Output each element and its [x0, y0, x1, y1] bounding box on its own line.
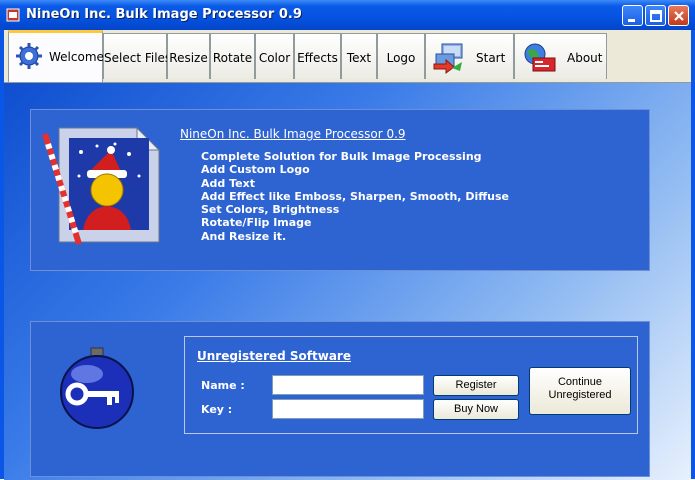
registration-title: Unregistered Software	[197, 349, 351, 363]
tab-color-label: Color	[258, 51, 291, 65]
key-orb-icon	[60, 347, 134, 429]
tab-effects[interactable]: Effects	[294, 33, 341, 79]
tab-rotate[interactable]: Rotate	[210, 33, 255, 79]
minimize-icon	[628, 19, 635, 22]
continue-button-label-2: Unregistered	[548, 389, 612, 401]
feature-item: Add Custom Logo	[201, 163, 310, 177]
tab-select-files[interactable]: Select Files	[103, 33, 172, 79]
tab-about[interactable]: About	[514, 33, 607, 79]
app-window: NineOn Inc. Bulk Image Processor 0.9 Wel…	[0, 0, 695, 480]
tab-effects-label: Effects	[297, 51, 338, 65]
feature-item: Set Colors, Brightness	[201, 203, 340, 217]
feature-item: Add Text	[201, 176, 255, 190]
welcome-panel: NineOn Inc. Bulk Image Processor 0.9 Com…	[4, 82, 691, 480]
tab-color[interactable]: Color	[255, 33, 294, 79]
info-box: NineOn Inc. Bulk Image Processor 0.9 Com…	[30, 109, 650, 271]
feature-item: Rotate/Flip Image	[201, 216, 312, 230]
feature-item: Complete Solution for Bulk Image Process…	[201, 150, 482, 163]
tab-start-label: Start	[476, 51, 506, 65]
continue-button-label-1: Continue	[557, 376, 603, 388]
maximize-icon	[650, 10, 662, 22]
register-button-label: Register	[455, 379, 497, 391]
app-icon	[6, 8, 20, 22]
tab-logo-label: Logo	[386, 51, 416, 65]
feature-item: And Resize it.	[201, 229, 287, 243]
buy-now-button[interactable]: Buy Now	[433, 399, 519, 420]
continue-unregistered-button[interactable]: Continue Unregistered	[529, 367, 631, 415]
feature-list: Complete Solution for Bulk Image Process…	[201, 150, 509, 243]
registration-box: Unregistered Software Name : Key : Regis…	[30, 321, 650, 477]
tab-text[interactable]: Text	[341, 33, 377, 79]
tab-start[interactable]: Start	[425, 33, 514, 79]
register-button[interactable]: Register	[433, 375, 519, 396]
tab-resize-label: Resize	[169, 51, 208, 65]
name-label: Name :	[201, 379, 245, 392]
buy-now-button-label: Buy Now	[453, 403, 499, 415]
tab-select-files-label: Select Files	[104, 51, 172, 65]
start-icon	[433, 43, 463, 74]
maximize-button[interactable]	[645, 5, 666, 26]
gear-icon	[16, 43, 42, 69]
tab-welcome-label: Welcome	[49, 50, 104, 64]
tab-rotate-label: Rotate	[212, 51, 253, 65]
santa-image-icon	[42, 126, 161, 245]
title-bar[interactable]: NineOn Inc. Bulk Image Processor 0.9	[0, 0, 695, 30]
tab-bar: Welcome Select Files Resize Rotate Color…	[4, 30, 691, 84]
name-field[interactable]	[272, 375, 424, 395]
tab-about-label: About	[567, 51, 603, 65]
close-button[interactable]	[668, 5, 689, 26]
app-heading: NineOn Inc. Bulk Image Processor 0.9	[180, 127, 406, 141]
registration-form: Unregistered Software Name : Key : Regis…	[184, 336, 638, 434]
close-icon	[674, 11, 684, 21]
minimize-button[interactable]	[622, 5, 643, 26]
key-label: Key :	[201, 403, 233, 416]
tab-resize[interactable]: Resize	[167, 33, 210, 79]
key-field[interactable]	[272, 399, 424, 419]
window-title: NineOn Inc. Bulk Image Processor 0.9	[26, 7, 302, 22]
tab-welcome[interactable]: Welcome	[8, 30, 104, 82]
globe-card-icon	[524, 43, 556, 72]
feature-item: Add Effect like Emboss, Sharpen, Smooth,…	[201, 189, 509, 203]
tab-logo[interactable]: Logo	[377, 33, 425, 79]
client-area: Welcome Select Files Resize Rotate Color…	[4, 30, 691, 480]
tab-text-label: Text	[346, 51, 372, 65]
